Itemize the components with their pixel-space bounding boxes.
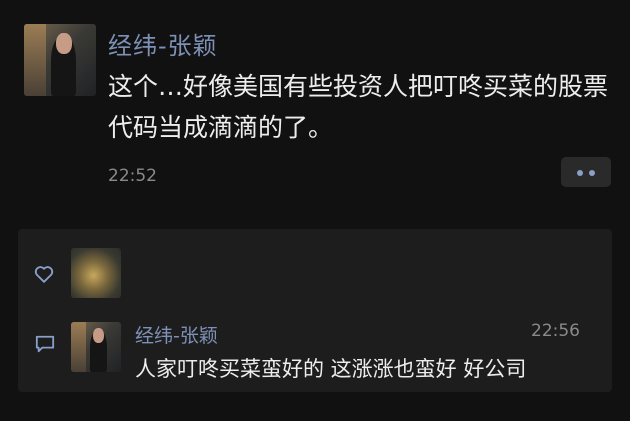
avatar-head <box>93 328 104 343</box>
avatar-background <box>71 322 86 372</box>
more-dot-icon <box>589 170 595 176</box>
liker-avatar[interactable] <box>71 248 121 298</box>
more-dot-icon <box>577 170 583 176</box>
post-timestamp: 22:52 <box>108 166 157 186</box>
comment-text[interactable]: 人家叮咚买菜蛮好的 这涨涨也蛮好 好公司 <box>135 353 526 383</box>
avatar-head <box>55 32 72 55</box>
avatar-background <box>24 24 46 96</box>
comment-icon <box>35 335 55 353</box>
commenter-avatar[interactable] <box>71 322 121 372</box>
author-avatar[interactable] <box>24 24 96 96</box>
comment-timestamp: 22:56 <box>531 321 580 341</box>
comment-author-name[interactable]: 经纬-张颖 <box>135 321 218 348</box>
post-author-name[interactable]: 经纬-张颖 <box>108 26 218 61</box>
post-text: 这个…好像美国有些投资人把叮咚买菜的股票代码当成滴滴的了。 <box>108 72 609 142</box>
more-actions-button[interactable] <box>561 157 611 187</box>
heart-icon <box>34 266 54 283</box>
